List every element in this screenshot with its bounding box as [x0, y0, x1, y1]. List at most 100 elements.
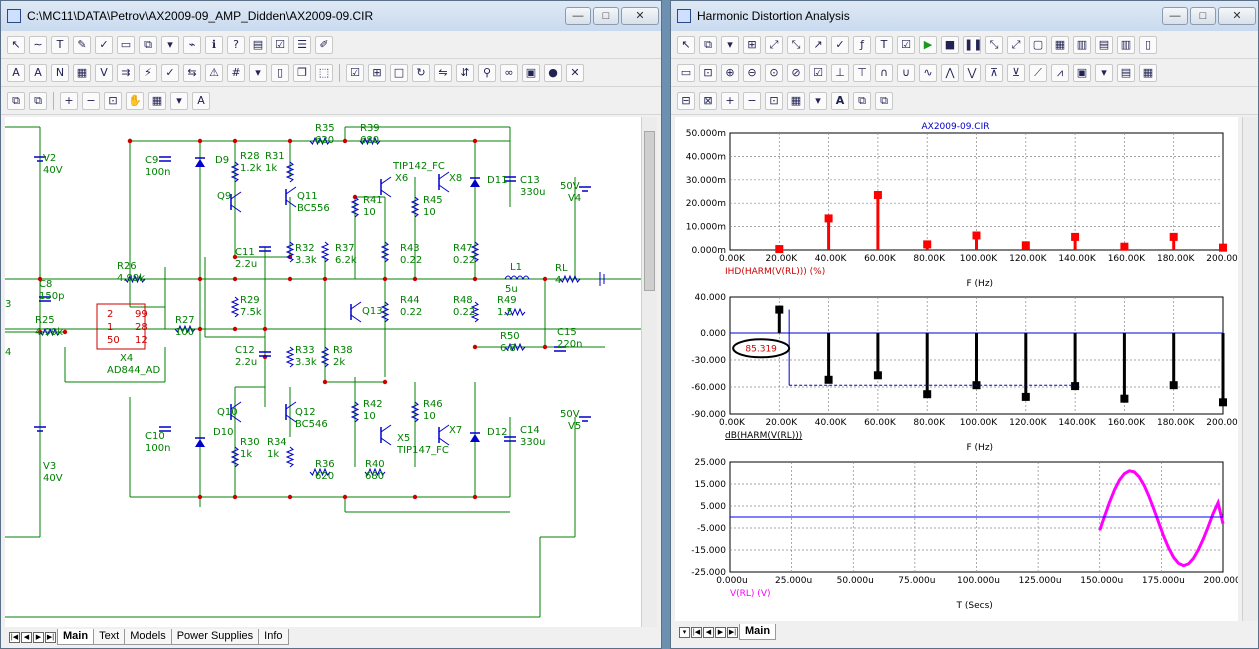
dropdown-arrow-icon[interactable]: ▾	[161, 35, 179, 54]
analysis-dropdown-icon[interactable]: ▾	[721, 35, 739, 54]
clipboard-icon[interactable]: ▣	[522, 63, 540, 82]
tile-icon[interactable]: ⊟	[677, 91, 695, 110]
help-icon[interactable]: ?	[227, 35, 245, 54]
auto-scale-icon[interactable]: ⤢	[765, 35, 783, 54]
numeric-output-icon[interactable]: ▤	[1117, 63, 1135, 82]
zoom-fit-icon[interactable]: ⊡	[104, 91, 122, 110]
grid-icon[interactable]: #	[227, 63, 245, 82]
first-page-button[interactable]: |◀	[9, 631, 20, 643]
mirror-icon[interactable]: ⇋	[434, 63, 452, 82]
calendar-icon[interactable]: ▦	[1139, 63, 1157, 82]
analysis-last-button[interactable]: ▶|	[727, 626, 738, 638]
cancel-icon[interactable]: ✕	[566, 63, 584, 82]
analysis-first-button[interactable]: |◀	[691, 626, 702, 638]
window-icon[interactable]: ⊡	[699, 63, 717, 82]
flip-icon[interactable]: ⇵	[456, 63, 474, 82]
plot-zoom-fit-icon[interactable]: ⊡	[765, 91, 783, 110]
maximize-button[interactable]: □	[593, 7, 619, 25]
minimize-button[interactable]: —	[565, 7, 591, 25]
layout-c-icon[interactable]: ▥	[1117, 35, 1135, 54]
plot-zoom-in-icon[interactable]: +	[721, 91, 739, 110]
cursor-mode-icon[interactable]: ⤡	[985, 35, 1003, 54]
region-icon[interactable]: ⬚	[315, 63, 333, 82]
flags-icon[interactable]: ⇆	[183, 63, 201, 82]
font-icon[interactable]: A	[192, 91, 210, 110]
low-icon[interactable]: ∪	[897, 63, 915, 82]
plot-dropdown-icon[interactable]: ▾	[1095, 63, 1113, 82]
global-low-icon[interactable]: ⋁	[963, 63, 981, 82]
zoom-d-icon[interactable]: ⊘	[787, 63, 805, 82]
find-icon[interactable]: ⚲	[478, 63, 496, 82]
pen-icon[interactable]: ✎	[73, 35, 91, 54]
blank-icon[interactable]: □	[390, 63, 408, 82]
peak-icon[interactable]: ⊥	[831, 63, 849, 82]
auto-scale-y-icon[interactable]: ⤡	[787, 35, 805, 54]
close-button[interactable]: ✕	[621, 7, 659, 25]
attribute-text-icon[interactable]: A	[7, 63, 25, 82]
data-points-icon[interactable]: ☑	[809, 63, 827, 82]
schematic-title-bar[interactable]: C:\MC11\DATA\Petrov\AX2009-09_AMP_Didden…	[1, 1, 661, 31]
analysis-tab-main[interactable]: Main	[739, 624, 777, 640]
schematic-scroll-thumb[interactable]	[644, 131, 655, 291]
tab-models[interactable]: Models	[124, 629, 172, 645]
prev-page-button[interactable]: ◀	[21, 631, 32, 643]
analysis-maximize-button[interactable]: □	[1190, 7, 1216, 25]
properties-2-icon[interactable]: ☑	[346, 63, 364, 82]
print-icon[interactable]: ▤	[249, 35, 267, 54]
layout-d-icon[interactable]: ▯	[1139, 35, 1157, 54]
plot-vertical-scrollbar[interactable]	[1242, 117, 1258, 621]
layout-b-icon[interactable]: ▤	[1095, 35, 1113, 54]
checkmark-plot-icon[interactable]: ✓	[831, 35, 849, 54]
component-icon[interactable]: ⧉	[139, 35, 157, 54]
properties-icon[interactable]: ☑	[271, 35, 289, 54]
tab-main[interactable]: Main	[57, 629, 95, 645]
run-icon[interactable]: ▶	[919, 35, 937, 54]
stop-run-icon[interactable]: ■	[941, 35, 959, 54]
tab-text[interactable]: Text	[93, 629, 126, 645]
zoom-b-icon[interactable]: ⊖	[743, 63, 761, 82]
info-icon[interactable]: ℹ	[205, 35, 223, 54]
pin-names-icon[interactable]: A	[29, 63, 47, 82]
zoom-out-icon[interactable]: −	[82, 91, 100, 110]
plot-layout-icon[interactable]: ▦	[787, 91, 805, 110]
analysis-prev-button[interactable]: ◀	[703, 626, 714, 638]
plot-font-icon[interactable]: A	[831, 91, 849, 110]
probe-icon[interactable]: ⌁	[183, 35, 201, 54]
binoculars-icon[interactable]: ∞	[500, 63, 518, 82]
tile-2-icon[interactable]: ⊠	[699, 91, 717, 110]
check-icon[interactable]: ✓	[95, 35, 113, 54]
voltage-display-icon[interactable]: V	[95, 63, 113, 82]
bus-icon[interactable]: ▭	[117, 35, 135, 54]
tab-info[interactable]: Info	[258, 629, 289, 645]
grid-plot-icon[interactable]: ▦	[1051, 35, 1069, 54]
current-display-icon[interactable]: ⇉	[117, 63, 135, 82]
frame-icon[interactable]: ▢	[1029, 35, 1047, 54]
inflection-icon[interactable]: ∿	[919, 63, 937, 82]
analysis-properties-icon[interactable]: ☑	[897, 35, 915, 54]
plot-canvas[interactable]: 50.000m 40.000m 30.000m 20.000m 10.000m 0.000…	[675, 117, 1238, 621]
analysis-close-button[interactable]: ✕	[1218, 7, 1256, 25]
zoom-in-icon[interactable]: +	[60, 91, 78, 110]
restore-scale-icon[interactable]: ↗	[809, 35, 827, 54]
condition-display-icon[interactable]: ✓	[161, 63, 179, 82]
clipboard-plot-icon[interactable]: ▣	[1073, 63, 1091, 82]
analysis-component-icon[interactable]: ⧉	[699, 35, 717, 54]
zoom-a-icon[interactable]: ⊕	[721, 63, 739, 82]
wire-icon[interactable]: ∼	[29, 35, 47, 54]
edit-icon[interactable]: ✐	[315, 35, 333, 54]
select-arrow-icon[interactable]: ↖	[7, 35, 25, 54]
valley-icon[interactable]: ⊤	[853, 63, 871, 82]
global-high-icon[interactable]: ⋀	[941, 63, 959, 82]
last-page-button[interactable]: ▶|	[45, 631, 56, 643]
analysis-select-icon[interactable]: ↖	[677, 35, 695, 54]
list-icon[interactable]: ☰	[293, 35, 311, 54]
plot-copy-icon[interactable]: ⧉	[853, 91, 871, 110]
schematic-vertical-scrollbar[interactable]	[641, 117, 657, 627]
plot-zoom-out-icon[interactable]: −	[743, 91, 761, 110]
analysis-text-icon[interactable]: T	[875, 35, 893, 54]
analysis-next-button[interactable]: ▶	[715, 626, 726, 638]
layout-a-icon[interactable]: ▥	[1073, 35, 1091, 54]
high-icon[interactable]: ∩	[875, 63, 893, 82]
layout-icon[interactable]: ▦	[148, 91, 166, 110]
rotate-icon[interactable]: ↻	[412, 63, 430, 82]
